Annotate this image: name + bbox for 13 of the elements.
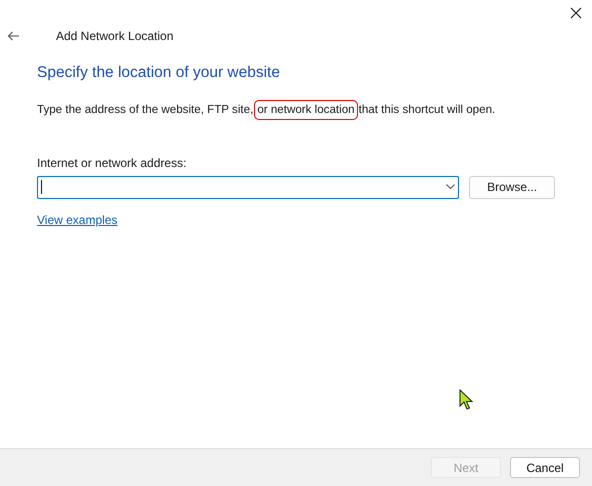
address-combobox[interactable]	[37, 176, 460, 199]
cancel-button[interactable]: Cancel	[510, 457, 580, 478]
window-title: Add Network Location	[56, 28, 174, 45]
mouse-pointer-icon	[459, 389, 473, 410]
page-heading: Specify the location of your website	[37, 63, 281, 83]
description-text: Type the address of the website, FTP site, or network location that this shortcut will open.	[37, 100, 555, 120]
address-label: Internet or network address:	[37, 154, 186, 172]
back-arrow-icon[interactable]	[7, 31, 20, 41]
view-examples-link[interactable]: View examples	[37, 210, 118, 229]
browse-button[interactable]: Browse...	[469, 176, 555, 199]
close-icon[interactable]	[570, 7, 582, 19]
text-cursor	[41, 180, 42, 194]
chevron-down-icon[interactable]	[446, 184, 456, 190]
